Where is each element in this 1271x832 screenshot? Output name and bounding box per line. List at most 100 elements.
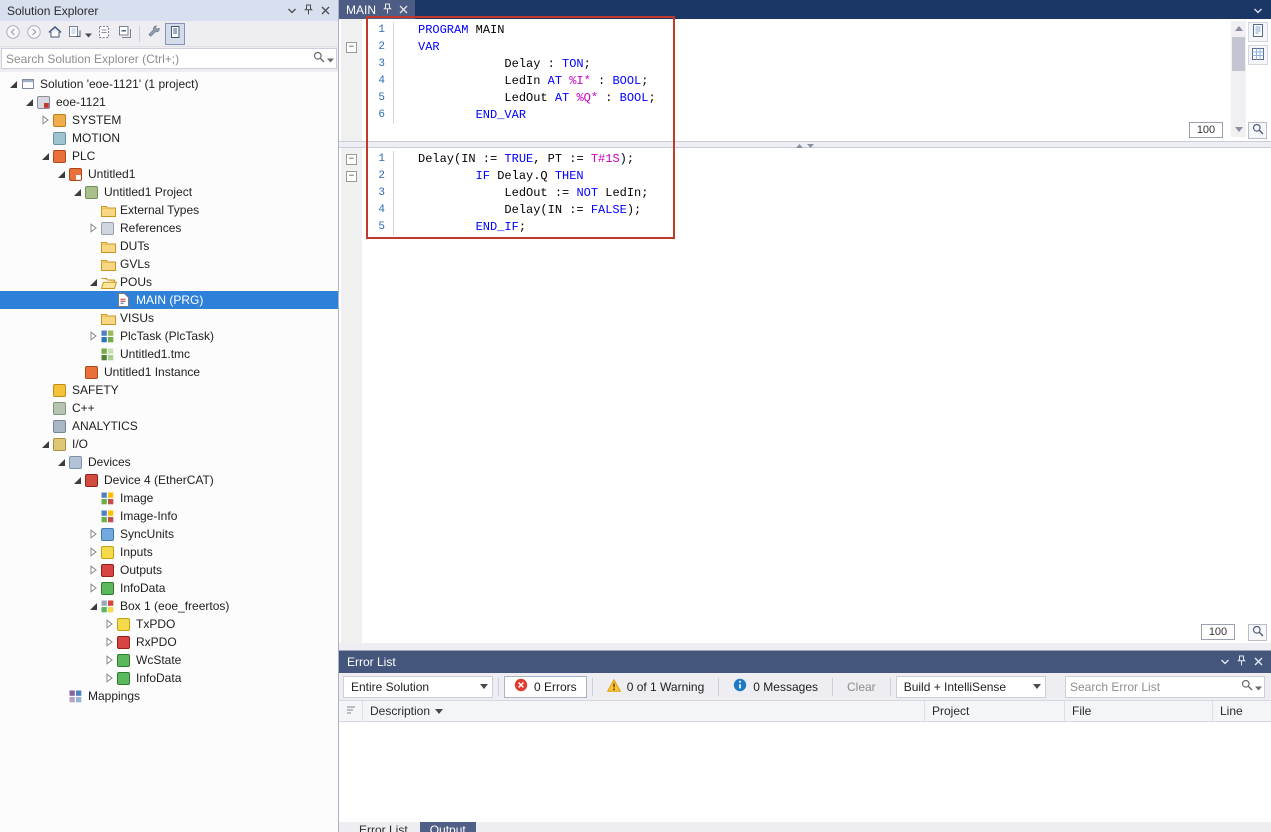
collapse-arrow-icon[interactable] [37,148,53,164]
tree-item-main-prg[interactable]: MAIN (PRG) [0,291,338,309]
code-text[interactable]: END_IF; [393,219,526,236]
tree-item-infodata[interactable]: InfoData [0,669,338,687]
window-menu-chevron-icon[interactable] [283,3,300,18]
tab-main[interactable]: MAIN [339,0,415,19]
implementation-editor[interactable]: −1Delay(IN := TRUE, PT := T#1S);−2 IF De… [339,148,1271,643]
collapse-arrow-icon[interactable] [21,94,37,110]
tree-item-references[interactable]: References [0,219,338,237]
tree-item-infodata[interactable]: InfoData [0,579,338,597]
tree-item-untitled1-project[interactable]: Untitled1 Project [0,183,338,201]
document-outline-icon[interactable] [1248,22,1268,42]
expand-arrow-icon[interactable] [85,544,101,560]
tree-item-gvls[interactable]: GVLs [0,255,338,273]
implementation-zoom-level[interactable]: 100 [1201,624,1235,640]
preview-selected-items-button[interactable] [165,23,185,45]
tree-item-box-1-eoe-freertos[interactable]: Box 1 (eoe_freertos) [0,597,338,615]
tree-item-analytics[interactable]: ANALYTICS [0,417,338,435]
declaration-line-4[interactable]: 4 LedIn AT %I* : BOOL; [339,73,1271,90]
tree-item-motion[interactable]: MOTION [0,129,338,147]
search-icon[interactable] [1238,677,1264,696]
editor-splitter[interactable] [339,141,1271,148]
tab-error-list[interactable]: Error List [349,822,418,832]
expand-arrow-icon[interactable] [85,526,101,542]
clear-button[interactable]: Clear [838,676,885,698]
declaration-zoom-level[interactable]: 100 [1189,122,1223,138]
collapse-arrow-icon[interactable] [69,184,85,200]
tree-item-plctask-plctask[interactable]: PlcTask (PlcTask) [0,327,338,345]
line-column-header[interactable]: Line [1213,701,1271,721]
tree-item-outputs[interactable]: Outputs [0,561,338,579]
tab-close-icon[interactable] [399,3,408,17]
tree-item-untitled1-tmc[interactable]: Untitled1.tmc [0,345,338,363]
fold-marker-icon[interactable]: − [339,151,365,168]
declaration-line-3[interactable]: 3 Delay : TON; [339,56,1271,73]
tree-item-untitled1[interactable]: Untitled1 [0,165,338,183]
collapse-arrow-icon[interactable] [5,76,21,92]
code-text[interactable]: Delay(IN := TRUE, PT := T#1S); [393,151,634,168]
watch-table-icon[interactable] [1248,45,1268,65]
collapse-arrow-icon[interactable] [69,472,85,488]
declaration-line-5[interactable]: 5 LedOut AT %Q* : BOOL; [339,90,1271,107]
tree-item-devices[interactable]: Devices [0,453,338,471]
collapse-all-button[interactable] [115,23,135,45]
collapse-arrow-icon[interactable] [37,436,53,452]
code-text[interactable]: IF Delay.Q THEN [393,168,584,185]
error-list-body[interactable] [339,722,1271,822]
tree-item-pous[interactable]: POUs [0,273,338,291]
tree-item-image-info[interactable]: Image-Info [0,507,338,525]
tab-output[interactable]: Output [420,822,476,832]
properties-button[interactable] [144,23,164,45]
code-text[interactable]: PROGRAM MAIN [393,22,504,39]
tab-list-chevron-icon[interactable] [1253,4,1263,18]
fold-marker-icon[interactable]: − [339,168,365,185]
declaration-scrollbar[interactable] [1231,21,1246,137]
declaration-line-6[interactable]: 6 END_VAR [339,107,1271,124]
expand-arrow-icon[interactable] [85,220,101,236]
collapse-arrow-icon[interactable] [53,454,69,470]
error-list-search-input[interactable] [1066,678,1238,695]
tab-pin-icon[interactable] [383,3,392,17]
code-text[interactable]: Delay : TON; [393,56,591,73]
tree-item-txpdo[interactable]: TxPDO [0,615,338,633]
tree-item-safety[interactable]: SAFETY [0,381,338,399]
expand-arrow-icon[interactable] [85,580,101,596]
tree-item-image[interactable]: Image [0,489,338,507]
tree-item-eoe-1121[interactable]: eoe-1121 [0,93,338,111]
declaration-line-1[interactable]: 1PROGRAM MAIN [339,22,1271,39]
tree-item-inputs[interactable]: Inputs [0,543,338,561]
tree-item-c[interactable]: C++ [0,399,338,417]
implementation-line-5[interactable]: 5 END_IF; [339,219,1271,236]
tree-item-duts[interactable]: DUTs [0,237,338,255]
filter-chevron-icon[interactable] [435,709,443,714]
tree-item-i-o[interactable]: I/O [0,435,338,453]
tree-item-visus[interactable]: VISUs [0,309,338,327]
collapse-arrow-icon[interactable] [85,274,101,290]
expand-arrow-icon[interactable] [101,652,117,668]
tree-item-mappings[interactable]: Mappings [0,687,338,705]
collapse-arrow-icon[interactable] [85,598,101,614]
errors-toggle-button[interactable]: 0 Errors [504,676,587,698]
tree-item-untitled1-instance[interactable]: Untitled1 Instance [0,363,338,381]
expand-arrow-icon[interactable] [101,616,117,632]
pin-icon[interactable] [300,3,317,18]
description-column-header[interactable]: Description [363,701,925,721]
expand-arrow-icon[interactable] [101,670,117,686]
search-input[interactable] [2,50,310,67]
search-icon[interactable] [310,49,336,68]
pin-icon[interactable] [1233,655,1250,670]
expand-arrow-icon[interactable] [37,112,53,128]
declaration-line-2[interactable]: −2VAR [339,39,1271,56]
declaration-zoom-icon[interactable] [1248,122,1267,139]
collapse-arrow-icon[interactable] [53,166,69,182]
code-text[interactable]: END_VAR [393,107,526,124]
implementation-line-1[interactable]: −1Delay(IN := TRUE, PT := T#1S); [339,151,1271,168]
show-all-files-button[interactable] [94,23,114,45]
scroll-up-icon[interactable] [1231,21,1246,36]
code-text[interactable]: VAR [393,39,440,56]
scope-dropdown[interactable]: Entire Solution [343,676,493,698]
fold-marker-icon[interactable]: − [339,39,365,56]
expand-arrow-icon[interactable] [85,562,101,578]
file-column-header[interactable]: File [1065,701,1213,721]
implementation-line-3[interactable]: 3 LedOut := NOT LedIn; [339,185,1271,202]
tree-item-external-types[interactable]: External Types [0,201,338,219]
